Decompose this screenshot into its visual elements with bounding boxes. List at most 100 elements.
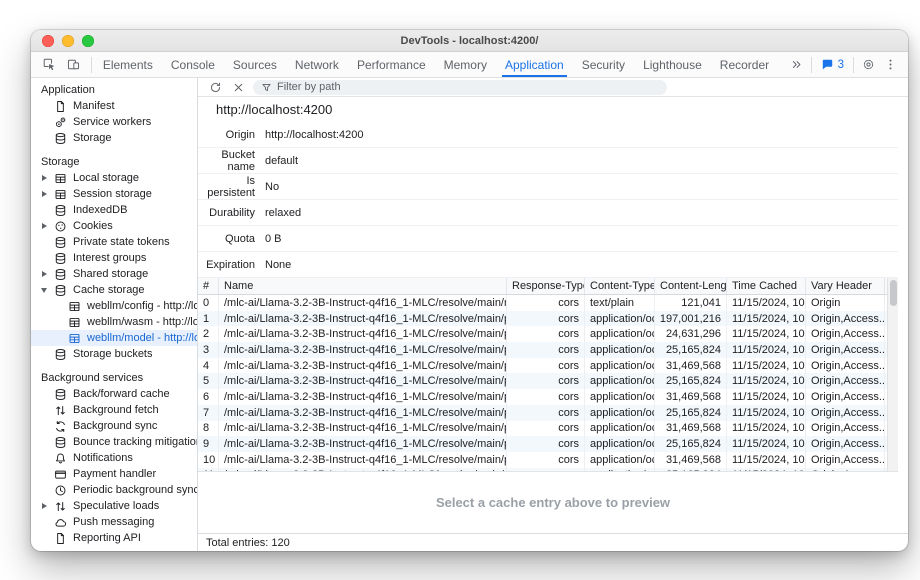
cell-content-length: 31,469,568	[655, 452, 727, 468]
filter-field[interactable]	[253, 80, 667, 95]
column-header-content-type[interactable]: Content-Type	[585, 278, 655, 294]
tab-lighthouse[interactable]: Lighthouse	[634, 52, 711, 77]
chevron-right-icon[interactable]	[39, 191, 49, 197]
filter-input[interactable]	[277, 81, 659, 93]
table-row[interactable]: 11/mlc-ai/Llama-3.2-3B-Instruct-q4f16_1-…	[198, 468, 898, 472]
table-row[interactable]: 1/mlc-ai/Llama-3.2-3B-Instruct-q4f16_1-M…	[198, 311, 898, 327]
cell-: 10	[198, 452, 219, 468]
delete-selected-button[interactable]	[230, 79, 246, 95]
tab-recorder[interactable]: Recorder	[711, 52, 778, 77]
sidebar-item-reporting-api[interactable]: Reporting API	[31, 530, 197, 546]
sidebar-item-push-messaging[interactable]: Push messaging	[31, 514, 197, 530]
table-row[interactable]: 2/mlc-ai/Llama-3.2-3B-Instruct-q4f16_1-M…	[198, 326, 898, 342]
column-header-response-type[interactable]: Response-Type	[507, 278, 585, 294]
cell-response-type: cors	[507, 421, 585, 437]
toolbar-divider	[91, 57, 92, 73]
chevron-right-icon[interactable]	[39, 503, 49, 509]
sidebar-item-interest-groups[interactable]: Interest groups	[31, 250, 197, 266]
sidebar-item-manifest[interactable]: Manifest	[31, 98, 197, 114]
sidebar-item-notifications[interactable]: Notifications	[31, 450, 197, 466]
cookie-icon	[53, 219, 67, 233]
table-row[interactable]: 10/mlc-ai/Llama-3.2-3B-Instruct-q4f16_1-…	[198, 452, 898, 468]
chevron-right-icon[interactable]	[39, 271, 49, 277]
cell-response-type: cors	[507, 452, 585, 468]
cell-vary-header: Origin,Access...	[806, 389, 885, 405]
tab-security[interactable]: Security	[573, 52, 634, 77]
column-header-content-length[interactable]: Content-Length	[655, 278, 727, 294]
sidebar-item-storage-buckets[interactable]: Storage buckets	[31, 346, 197, 362]
cell-content-type: application/oc...	[585, 468, 655, 472]
sidebar-section-background-services: Background services	[31, 370, 197, 386]
sidebar-item-cache-storage[interactable]: Cache storage	[31, 282, 197, 298]
table-row[interactable]: 4/mlc-ai/Llama-3.2-3B-Instruct-q4f16_1-M…	[198, 358, 898, 374]
sidebar-item-shared-storage[interactable]: Shared storage	[31, 266, 197, 282]
tab-sources[interactable]: Sources	[224, 52, 286, 77]
table-row[interactable]: 0/mlc-ai/Llama-3.2-3B-Instruct-q4f16_1-M…	[198, 295, 898, 311]
table-icon	[53, 187, 67, 201]
refresh-button[interactable]	[207, 79, 223, 95]
sidebar-item-local-storage[interactable]: Local storage	[31, 170, 197, 186]
sidebar-item-cookies[interactable]: Cookies	[31, 218, 197, 234]
table-row[interactable]: 5/mlc-ai/Llama-3.2-3B-Instruct-q4f16_1-M…	[198, 373, 898, 389]
column-header-name[interactable]: Name	[219, 278, 507, 294]
more-tabs-button[interactable]	[787, 55, 807, 75]
cell-response-type: cors	[507, 373, 585, 389]
tab-performance[interactable]: Performance	[348, 52, 435, 77]
cell-vary-header: Origin,Access...	[806, 452, 885, 468]
table-icon	[67, 315, 81, 329]
scrollbar-thumb[interactable]	[890, 280, 897, 306]
sidebar-item-periodic-background-sync[interactable]: Periodic background sync	[31, 482, 197, 498]
tab-label: Memory	[444, 58, 487, 72]
table-row[interactable]: 9/mlc-ai/Llama-3.2-3B-Instruct-q4f16_1-M…	[198, 436, 898, 452]
column-header-[interactable]: #	[198, 278, 219, 294]
column-header-time-cached[interactable]: Time Cached	[727, 278, 806, 294]
column-header-vary-header[interactable]: Vary Header	[806, 278, 885, 294]
database-icon	[53, 347, 67, 361]
tab-application[interactable]: Application	[496, 52, 573, 77]
settings-button[interactable]	[858, 55, 878, 75]
table-row[interactable]: 8/mlc-ai/Llama-3.2-3B-Instruct-q4f16_1-M…	[198, 421, 898, 437]
preview-pane: Select a cache entry above to preview	[198, 472, 908, 533]
metadata-row-durability: Durabilityrelaxed	[198, 200, 898, 226]
sidebar-item-webllm-wasm-http-loca[interactable]: webllm/wasm - http://loca...	[31, 314, 197, 330]
sidebar-item-webllm-model-http-loc[interactable]: webllm/model - http://loc...	[31, 330, 197, 346]
inspect-element-button[interactable]	[39, 55, 59, 75]
sidebar-item-storage[interactable]: Storage	[31, 130, 197, 146]
cell-: 11	[198, 468, 219, 472]
metadata-row-expiration: ExpirationNone	[198, 252, 898, 278]
sidebar-item-webllm-config-http-loc[interactable]: webllm/config - http://loc...	[31, 298, 197, 314]
vertical-scrollbar[interactable]	[887, 278, 898, 471]
cell-name: /mlc-ai/Llama-3.2-3B-Instruct-q4f16_1-ML…	[219, 358, 507, 374]
sidebar-item-background-fetch[interactable]: Background fetch	[31, 402, 197, 418]
sidebar-item-label: webllm/wasm - http://loca...	[87, 316, 197, 328]
table-row[interactable]: 3/mlc-ai/Llama-3.2-3B-Instruct-q4f16_1-M…	[198, 342, 898, 358]
more-options-button[interactable]	[880, 55, 900, 75]
sidebar-item-speculative-loads[interactable]: Speculative loads	[31, 498, 197, 514]
table-row[interactable]: 6/mlc-ai/Llama-3.2-3B-Instruct-q4f16_1-M…	[198, 389, 898, 405]
sidebar-item-service-workers[interactable]: Service workers	[31, 114, 197, 130]
sidebar-item-label: Shared storage	[73, 268, 148, 280]
sidebar-item-indexeddb[interactable]: IndexedDB	[31, 202, 197, 218]
feedback-button[interactable]: 3	[816, 58, 849, 71]
tab-console[interactable]: Console	[162, 52, 224, 77]
sidebar-item-label: webllm/model - http://loc...	[87, 332, 197, 344]
tab-performance-insights[interactable]: Performance insights	[778, 52, 786, 77]
tab-memory[interactable]: Memory	[435, 52, 496, 77]
sidebar-item-session-storage[interactable]: Session storage	[31, 186, 197, 202]
sidebar-item-bounce-tracking-mitigations[interactable]: Bounce tracking mitigations	[31, 434, 197, 450]
sidebar-item-payment-handler[interactable]: Payment handler	[31, 466, 197, 482]
table-row[interactable]: 7/mlc-ai/Llama-3.2-3B-Instruct-q4f16_1-M…	[198, 405, 898, 421]
cell-content-length: 25,165,824	[655, 405, 727, 421]
card-icon	[53, 467, 67, 481]
device-toolbar-button[interactable]	[63, 55, 83, 75]
chevron-right-icon[interactable]	[39, 175, 49, 181]
sidebar-item-private-state-tokens[interactable]: Private state tokens	[31, 234, 197, 250]
tab-network[interactable]: Network	[286, 52, 348, 77]
tab-elements[interactable]: Elements	[94, 52, 162, 77]
chevron-right-icon[interactable]	[39, 223, 49, 229]
sidebar-item-back-forward-cache[interactable]: Back/forward cache	[31, 386, 197, 402]
chevron-down-icon[interactable]	[39, 288, 49, 293]
cell-time-cached: 11/15/2024, 10...	[727, 295, 806, 311]
cell-vary-header: Origin	[806, 295, 885, 311]
sidebar-item-background-sync[interactable]: Background sync	[31, 418, 197, 434]
